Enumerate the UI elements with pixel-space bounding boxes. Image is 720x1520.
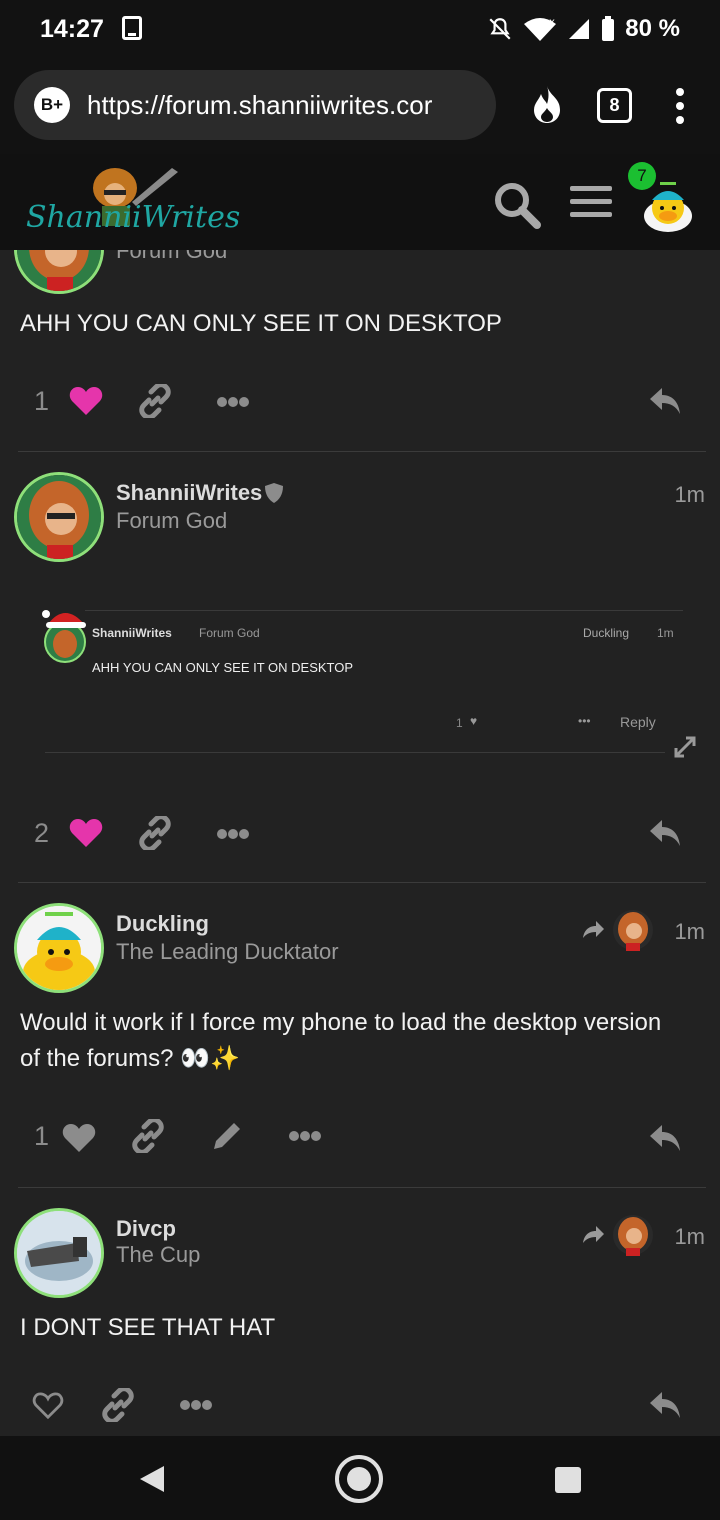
signal-icon bbox=[569, 19, 590, 39]
embed-like-count: 1 bbox=[456, 716, 463, 730]
reply-to-avatar-icon[interactable] bbox=[612, 1214, 654, 1256]
more-options-icon[interactable] bbox=[216, 396, 250, 408]
post-divider bbox=[18, 882, 706, 883]
post-divider bbox=[18, 451, 706, 452]
tab-switcher-button[interactable]: 8 bbox=[597, 88, 632, 123]
url-bar[interactable]: B+ https://forum.shanniiwrites.cor bbox=[14, 70, 496, 140]
expand-icon[interactable] bbox=[672, 734, 698, 760]
embed-more-icon: ••• bbox=[578, 714, 591, 728]
home-icon[interactable] bbox=[334, 1454, 384, 1504]
embed-username: ShanniiWrites bbox=[92, 626, 172, 640]
embed-divider bbox=[85, 610, 683, 611]
svg-text:x: x bbox=[549, 17, 555, 28]
site-logo[interactable]: ShanniiWrites bbox=[26, 166, 240, 240]
battery-percent: 80 % bbox=[625, 15, 680, 42]
avatar[interactable] bbox=[14, 903, 104, 993]
notification-badge[interactable]: 7 bbox=[628, 162, 656, 190]
url-text[interactable]: https://forum.shanniiwrites.cor bbox=[87, 90, 487, 121]
status-icons: x 80 % bbox=[487, 15, 680, 43]
link-icon[interactable] bbox=[131, 1119, 165, 1153]
site-badge-icon[interactable]: B+ bbox=[34, 87, 70, 123]
embed-divider bbox=[45, 752, 665, 753]
embed-body: AHH YOU CAN ONLY SEE IT ON DESKTOP bbox=[92, 660, 354, 675]
post-time[interactable]: 1m bbox=[674, 919, 705, 945]
embed-time: 1m bbox=[657, 626, 674, 640]
post-divider bbox=[18, 1187, 706, 1188]
back-icon[interactable] bbox=[138, 1464, 166, 1494]
avatar-shannii-icon bbox=[17, 475, 101, 559]
like-count: 2 bbox=[34, 818, 50, 848]
post-body: Would it work if I force my phone to loa… bbox=[20, 1009, 662, 1072]
reply-icon[interactable] bbox=[648, 386, 682, 416]
username[interactable]: ShanniiWrites bbox=[116, 480, 262, 506]
recents-icon[interactable] bbox=[554, 1466, 582, 1494]
reply-to-arrow-icon bbox=[583, 1226, 604, 1243]
reply-to-arrow-icon bbox=[583, 921, 604, 938]
like-count: 1 bbox=[34, 1121, 50, 1151]
reply-icon[interactable] bbox=[648, 1123, 682, 1153]
user-title: Forum God bbox=[116, 508, 228, 533]
more-options-icon[interactable] bbox=[216, 828, 250, 840]
edit-pencil-icon[interactable] bbox=[210, 1119, 244, 1153]
embedded-screenshot: ShanniiWrites Forum God Duckling 1m AHH … bbox=[0, 592, 720, 762]
heart-filled-icon[interactable] bbox=[69, 386, 103, 416]
download-icon bbox=[122, 16, 142, 40]
reply-icon[interactable] bbox=[648, 1390, 682, 1420]
reply-icon[interactable] bbox=[648, 818, 682, 848]
shield-icon bbox=[265, 483, 283, 503]
flame-icon[interactable] bbox=[530, 84, 564, 124]
embed-heart-icon: ♥ bbox=[470, 714, 478, 728]
forum-header: ShanniiWrites 7 bbox=[0, 154, 720, 250]
user-title: The Cup bbox=[116, 1242, 201, 1267]
avatar[interactable] bbox=[14, 1208, 104, 1298]
avatar-duck-icon bbox=[17, 906, 101, 990]
link-icon[interactable] bbox=[101, 1388, 135, 1422]
search-icon[interactable] bbox=[492, 180, 542, 230]
embed-reply: Reply bbox=[620, 714, 656, 730]
santa-hat-avatar-icon bbox=[42, 610, 86, 663]
post-time[interactable]: 1m bbox=[674, 1224, 705, 1250]
heart-outline-icon[interactable] bbox=[32, 1392, 64, 1420]
wifi-icon: x bbox=[524, 17, 557, 41]
like-count: 1 bbox=[34, 386, 50, 416]
avatar-divcp-icon bbox=[17, 1211, 101, 1295]
mute-bell-icon bbox=[489, 18, 511, 40]
browser-toolbar: B+ https://forum.shanniiwrites.cor 8 bbox=[0, 58, 720, 154]
username[interactable]: Divcp bbox=[116, 1216, 176, 1242]
username[interactable]: Duckling bbox=[116, 911, 209, 937]
hamburger-menu-icon[interactable] bbox=[570, 186, 612, 225]
link-icon[interactable] bbox=[138, 816, 172, 850]
post-body: I DONT SEE THAT HAT bbox=[20, 1314, 276, 1341]
heart-icon[interactable] bbox=[62, 1123, 96, 1153]
status-time: 14:27 bbox=[40, 15, 104, 43]
heart-filled-icon[interactable] bbox=[69, 818, 103, 848]
system-nav-bar bbox=[0, 1436, 720, 1520]
logo-text: ShanniiWrites bbox=[26, 200, 241, 235]
more-options-icon[interactable] bbox=[179, 1399, 213, 1411]
avatar[interactable] bbox=[14, 472, 104, 562]
battery-icon bbox=[602, 16, 615, 41]
post-time[interactable]: 1m bbox=[674, 482, 705, 508]
embed-reply-to: Duckling bbox=[583, 626, 630, 640]
more-options-icon[interactable] bbox=[288, 1130, 322, 1142]
link-icon[interactable] bbox=[138, 384, 172, 418]
post-body: AHH YOU CAN ONLY SEE IT ON DESKTOP bbox=[20, 310, 502, 337]
status-bar: 14:27 x 80 % bbox=[0, 0, 720, 58]
embed-user-title: Forum God bbox=[199, 626, 260, 640]
reply-to-avatar-icon[interactable] bbox=[612, 909, 654, 951]
browser-menu-icon[interactable] bbox=[676, 88, 686, 124]
user-title: The Leading Ducktator bbox=[116, 939, 339, 964]
